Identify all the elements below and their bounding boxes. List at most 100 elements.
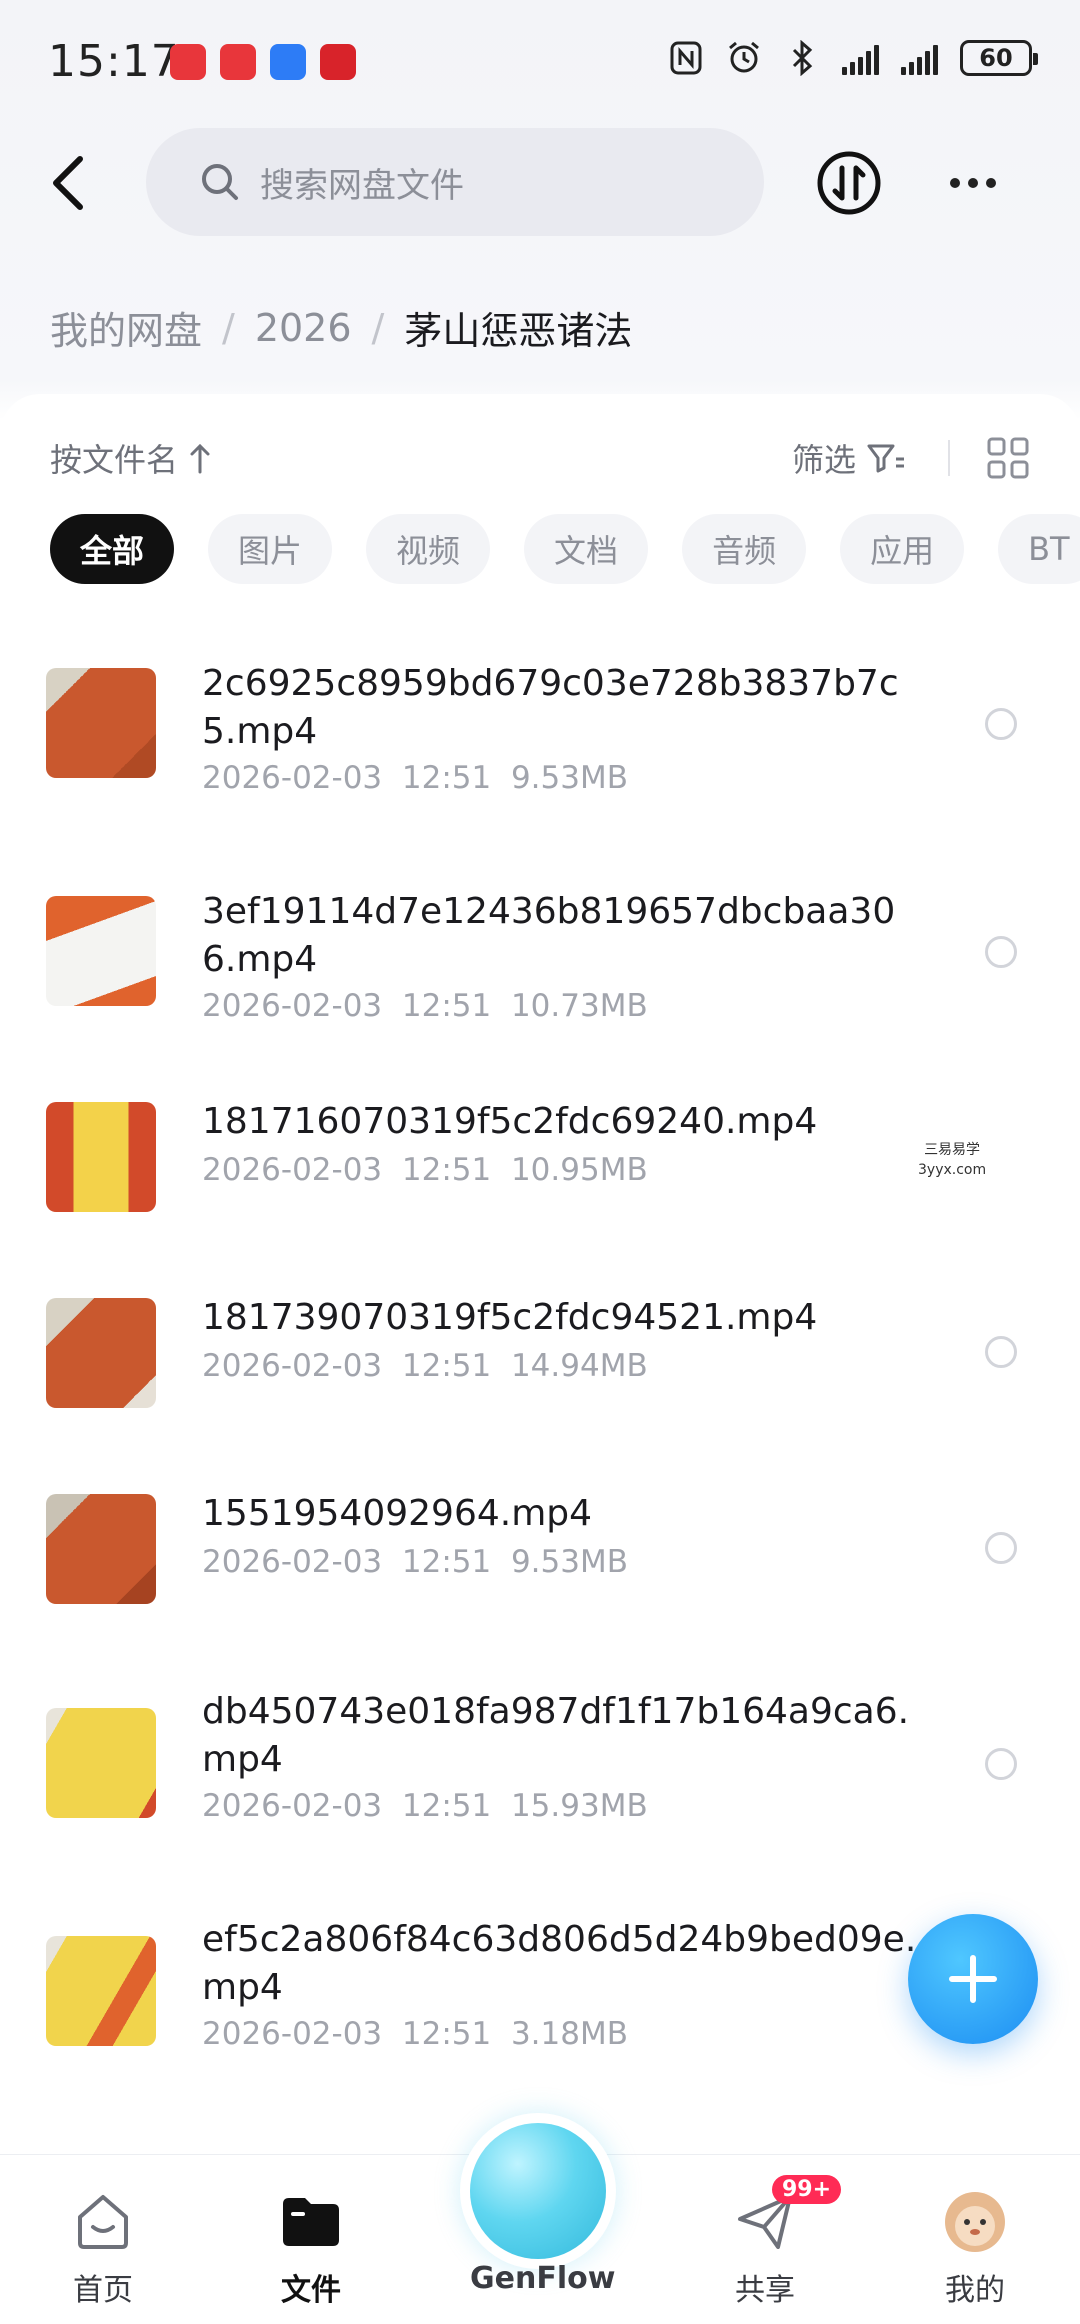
select-radio[interactable] bbox=[985, 1336, 1017, 1368]
bluetooth-icon bbox=[784, 40, 820, 76]
breadcrumb: 我的网盘 / 2026 / 茅山惩恶诸法 bbox=[50, 300, 632, 355]
chevron-left-icon bbox=[53, 156, 83, 210]
status-time: 15:17 bbox=[48, 36, 180, 87]
file-date: 2026-02-03 bbox=[202, 1348, 383, 1384]
file-name: db450743e018fa987df1f17b164a9ca6.mp4 bbox=[202, 1691, 910, 1780]
select-radio[interactable] bbox=[985, 936, 1017, 968]
file-name: 181739070319f5c2fdc94521.mp4 bbox=[202, 1297, 818, 1338]
nav-label[interactable]: GenFlow bbox=[470, 2261, 615, 2296]
battery-indicator: 60 bbox=[960, 40, 1038, 76]
nav-label: 首页 bbox=[73, 2273, 133, 2308]
tab-audio[interactable]: 音频 bbox=[682, 514, 807, 584]
nav-home[interactable]: 首页 bbox=[38, 2189, 168, 2309]
tab-documents[interactable]: 文档 bbox=[524, 514, 649, 584]
file-list-item[interactable]: 181739070319f5c2fdc94521.mp4 2026-02-03 … bbox=[0, 1294, 1080, 1424]
more-options-button[interactable] bbox=[940, 150, 1006, 216]
add-button[interactable] bbox=[908, 1914, 1038, 2044]
breadcrumb-item-year[interactable]: 2026 bbox=[255, 306, 352, 350]
tab-all[interactable]: 全部 bbox=[50, 514, 175, 584]
file-size: 10.73MB bbox=[510, 988, 648, 1024]
file-meta: 2026-02-03 12:51 3.18MB bbox=[202, 2016, 628, 2052]
file-meta: 2026-02-03 12:51 10.73MB bbox=[202, 988, 648, 1024]
file-time: 12:51 bbox=[401, 1152, 492, 1188]
tab-images[interactable]: 图片 bbox=[208, 514, 333, 584]
file-time: 12:51 bbox=[401, 988, 492, 1024]
breadcrumb-item-root[interactable]: 我的网盘 bbox=[50, 300, 202, 355]
breadcrumb-current: 茅山惩恶诸法 bbox=[404, 309, 633, 353]
file-meta: 2026-02-03 12:51 15.93MB bbox=[202, 1788, 648, 1824]
file-size: 14.94MB bbox=[510, 1348, 648, 1384]
nav-files[interactable]: 文件 bbox=[246, 2189, 376, 2309]
status-icons: 60 bbox=[668, 40, 1038, 76]
watermark-line: 三易易学 bbox=[924, 1142, 981, 1158]
grid-view-button[interactable] bbox=[986, 436, 1030, 480]
status-bar: 15:17 60 bbox=[0, 0, 1080, 130]
file-name: 181716070319f5c2fdc69240.mp4 bbox=[202, 1101, 818, 1142]
file-date: 2026-02-03 bbox=[202, 1788, 383, 1824]
file-time: 12:51 bbox=[401, 1788, 492, 1824]
transfer-icon bbox=[817, 151, 881, 215]
sort-button[interactable]: 按文件名 bbox=[50, 435, 212, 481]
file-list-item[interactable]: db450743e018fa987df1f17b164a9ca6.mp4 202… bbox=[0, 1688, 1080, 1888]
search-input[interactable]: 搜索网盘文件 bbox=[146, 128, 764, 236]
file-date: 2026-02-03 bbox=[202, 760, 383, 796]
genflow-orb-button[interactable] bbox=[470, 2123, 606, 2259]
nav-mine[interactable]: 我的 bbox=[910, 2189, 1040, 2309]
select-radio[interactable] bbox=[985, 1532, 1017, 1564]
file-date: 2026-02-03 bbox=[202, 988, 383, 1024]
breadcrumb-separator: / bbox=[222, 305, 235, 350]
file-time: 12:51 bbox=[401, 1544, 492, 1580]
file-date: 2026-02-03 bbox=[202, 1544, 383, 1580]
alarm-icon bbox=[726, 40, 762, 76]
back-button[interactable] bbox=[38, 150, 98, 216]
home-icon bbox=[70, 2189, 136, 2255]
file-size: 15.93MB bbox=[510, 1788, 648, 1824]
file-meta: 2026-02-03 12:51 14.94MB bbox=[202, 1348, 648, 1384]
dot-icon bbox=[986, 178, 996, 188]
filter-label: 筛选 bbox=[791, 441, 856, 479]
file-date: 2026-02-03 bbox=[202, 2016, 383, 2052]
file-date: 2026-02-03 bbox=[202, 1152, 383, 1188]
app-notification-icon bbox=[270, 44, 306, 80]
toolbar-divider bbox=[948, 440, 950, 476]
watermark: 三易易学 3yyx.com bbox=[918, 1140, 986, 1180]
file-size: 10.95MB bbox=[510, 1152, 648, 1188]
file-list-item[interactable]: 1551954092964.mp4 2026-02-03 12:51 9.53M… bbox=[0, 1490, 1080, 1620]
file-name: 1551954092964.mp4 bbox=[202, 1493, 593, 1534]
plus-icon bbox=[949, 1955, 997, 2003]
nav-share[interactable]: 99+ 共享 bbox=[700, 2175, 842, 2309]
file-time: 12:51 bbox=[401, 760, 492, 796]
tab-apps[interactable]: 应用 bbox=[840, 514, 965, 584]
tab-videos[interactable]: 视频 bbox=[366, 514, 491, 584]
folder-icon bbox=[278, 2189, 344, 2255]
sort-label: 按文件名 bbox=[50, 441, 179, 479]
file-name: 2c6925c8959bd679c03e728b3837b7c5.mp4 bbox=[202, 663, 899, 752]
select-radio[interactable] bbox=[985, 1748, 1017, 1780]
file-meta: 2026-02-03 12:51 9.53MB bbox=[202, 760, 628, 796]
file-list-item[interactable]: 3ef19114d7e12436b819657dbcbaa306.mp4 202… bbox=[0, 888, 1080, 1088]
sort-row: 按文件名 筛选 bbox=[50, 428, 1030, 488]
app-notification-icon bbox=[320, 44, 356, 80]
video-thumbnail bbox=[46, 1936, 156, 2046]
tab-bt[interactable]: BT bbox=[998, 514, 1080, 584]
signal-icon bbox=[901, 41, 938, 75]
dot-icon bbox=[950, 178, 960, 188]
dot-icon bbox=[968, 178, 978, 188]
file-time: 12:51 bbox=[401, 1348, 492, 1384]
video-thumbnail bbox=[46, 1102, 156, 1212]
app-notification-icon bbox=[170, 44, 206, 80]
transfer-button[interactable] bbox=[816, 150, 882, 216]
file-name: 3ef19114d7e12436b819657dbcbaa306.mp4 bbox=[202, 891, 896, 980]
grid-icon bbox=[987, 437, 1029, 479]
nav-label: 我的 bbox=[945, 2273, 1005, 2308]
video-thumbnail bbox=[46, 1708, 156, 1818]
file-list-item[interactable]: 2c6925c8959bd679c03e728b3837b7c5.mp4 202… bbox=[0, 660, 1080, 860]
file-name: ef5c2a806f84c63d806d5d24b9bed09e.mp4 bbox=[202, 1919, 917, 2008]
nav-label: 文件 bbox=[281, 2273, 341, 2308]
breadcrumb-separator: / bbox=[371, 305, 385, 350]
filter-button[interactable]: 筛选 bbox=[792, 435, 906, 481]
select-radio[interactable] bbox=[985, 708, 1017, 740]
search-placeholder: 搜索网盘文件 bbox=[260, 165, 464, 206]
nfc-icon bbox=[668, 40, 704, 76]
paper-plane-icon: 99+ bbox=[732, 2175, 842, 2255]
